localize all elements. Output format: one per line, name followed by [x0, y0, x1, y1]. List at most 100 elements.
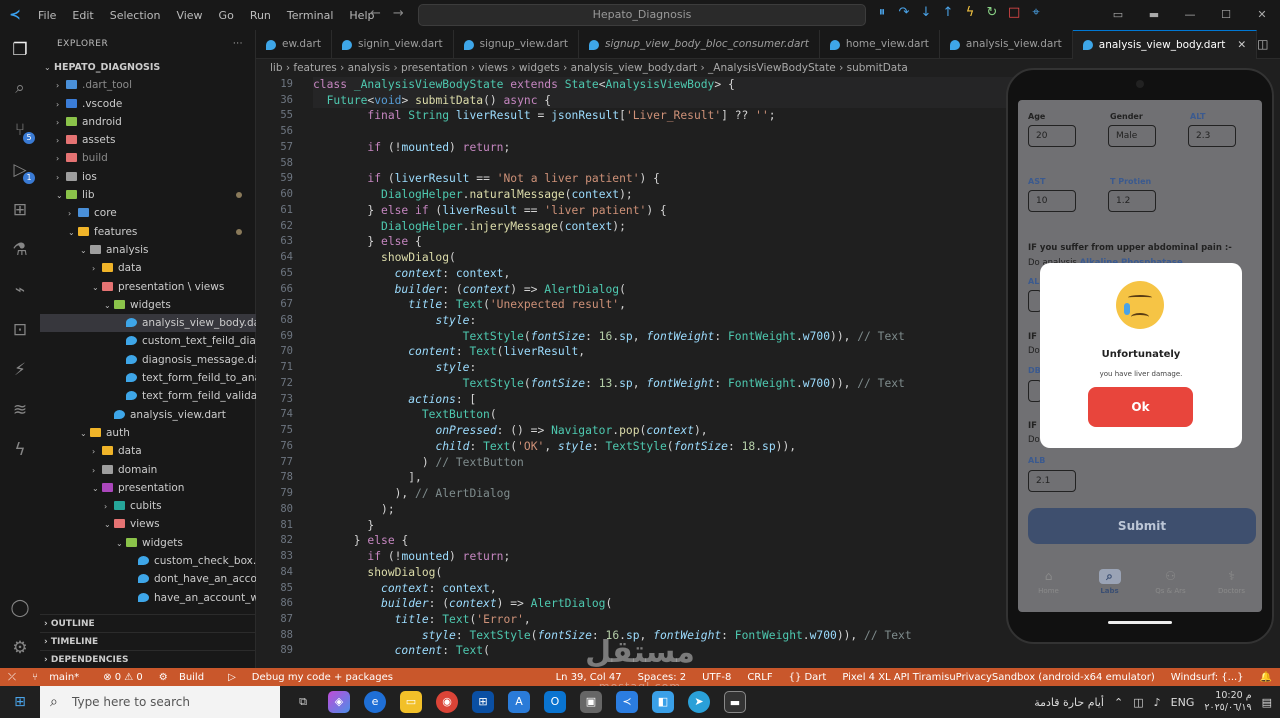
- menu-item-run[interactable]: Run: [242, 9, 279, 22]
- menu-item-selection[interactable]: Selection: [102, 9, 169, 22]
- step-out-icon[interactable]: ↑: [942, 5, 954, 20]
- menu-item-terminal[interactable]: Terminal: [279, 9, 342, 22]
- tree-item[interactable]: ⌄ lib: [40, 186, 256, 204]
- account-icon[interactable]: ◯: [8, 596, 32, 620]
- tree-item[interactable]: analysis_view.dart: [40, 406, 256, 424]
- branch-status[interactable]: ⑂ main*: [24, 672, 95, 683]
- copilot-icon[interactable]: ◈: [328, 691, 350, 713]
- sidebar-panel-timeline[interactable]: › TIMELINE: [40, 632, 256, 650]
- alb-field[interactable]: 2.1: [1028, 470, 1076, 492]
- telegram-icon[interactable]: ➤: [688, 691, 710, 713]
- tree-item[interactable]: › android: [40, 113, 256, 131]
- menu-item-file[interactable]: File: [30, 9, 64, 22]
- layout-icon[interactable]: ▭: [1100, 0, 1136, 30]
- tree-item[interactable]: have_an_account_widget...: [40, 589, 256, 607]
- tree-item[interactable]: › data: [40, 259, 256, 277]
- tray-chevron-icon[interactable]: ⌃: [1114, 696, 1123, 709]
- device-status[interactable]: Pixel 4 XL API TiramisuPrivacySandbox (a…: [834, 672, 1162, 683]
- problems-status[interactable]: ⊗ 0 ⚠ 0: [95, 672, 151, 683]
- tree-item[interactable]: ⌄ presentation: [40, 479, 256, 497]
- tab-analysis_view-dart[interactable]: analysis_view.dart: [940, 30, 1073, 59]
- tree-item[interactable]: diagnosis_message.dart: [40, 351, 256, 369]
- taskbar-search-input[interactable]: Type here to search: [40, 686, 280, 718]
- remote-indicator-icon[interactable]: ⤫: [0, 672, 24, 683]
- step-into-icon[interactable]: ↓: [920, 5, 932, 20]
- search-icon[interactable]: ⌕: [8, 76, 32, 100]
- tree-item[interactable]: ⌄ widgets: [40, 534, 256, 552]
- windows-start-icon[interactable]: ⊞: [0, 694, 40, 710]
- tree-item[interactable]: ⌄ HEPATO_DIAGNOSIS: [40, 58, 256, 76]
- tree-item[interactable]: custom_check_box.dart: [40, 552, 256, 570]
- thunder-client-icon[interactable]: ϟ: [8, 438, 32, 462]
- nav-item-home[interactable]: ⌂ Home: [1024, 555, 1074, 612]
- tprotein-field[interactable]: 1.2: [1108, 190, 1156, 212]
- language-indicator[interactable]: ENG: [1171, 696, 1195, 709]
- close-tab-icon[interactable]: ✕: [1237, 31, 1246, 60]
- layout-panel-icon[interactable]: ▬: [1136, 0, 1172, 30]
- windsurf-status[interactable]: Windsurf: {...}: [1163, 672, 1252, 683]
- app-icon-gray[interactable]: ▣: [580, 691, 602, 713]
- sidebar-panel-outline[interactable]: › OUTLINE: [40, 614, 256, 632]
- settings-gear-icon[interactable]: ⚙: [8, 636, 32, 660]
- outlook-icon[interactable]: O: [544, 691, 566, 713]
- clock[interactable]: 10:20 م ٢٠٢٥/٠٦/١٩: [1204, 690, 1251, 714]
- restart-icon[interactable]: ↻: [986, 5, 998, 20]
- file-explorer-icon[interactable]: ▭: [400, 691, 422, 713]
- age-field[interactable]: 20: [1028, 125, 1076, 147]
- tab-signin_view-dart[interactable]: signin_view.dart: [332, 30, 454, 59]
- tree-item[interactable]: text_form_feild_to_analysis...: [40, 369, 256, 387]
- explorer-icon[interactable]: ❐: [8, 38, 32, 62]
- home-indicator[interactable]: [1108, 621, 1172, 624]
- code-line[interactable]: content: Text(: [313, 643, 1213, 659]
- chrome-icon[interactable]: ◉: [436, 691, 458, 713]
- notifications-icon[interactable]: 🔔: [1252, 672, 1280, 683]
- pause-icon[interactable]: ⏸: [876, 5, 888, 20]
- tree-item[interactable]: › data: [40, 442, 256, 460]
- edge-icon[interactable]: e: [364, 691, 386, 713]
- gender-field[interactable]: Male: [1108, 125, 1156, 147]
- tab-signup_view_body_bloc_consumer-dart[interactable]: signup_view_body_bloc_consumer.dart: [579, 30, 820, 59]
- menu-item-edit[interactable]: Edit: [64, 9, 101, 22]
- testing-icon[interactable]: ⚗: [8, 238, 32, 262]
- tree-item[interactable]: › .vscode: [40, 95, 256, 113]
- weather-text[interactable]: أيام حارة قادمة: [1034, 696, 1104, 709]
- menu-item-go[interactable]: Go: [211, 9, 242, 22]
- run-icon[interactable]: ▷: [220, 672, 244, 683]
- split-editor-icon[interactable]: ◫: [1257, 30, 1268, 58]
- run-debug-icon[interactable]: ▷ 1: [8, 158, 35, 184]
- eol-status[interactable]: CRLF: [739, 672, 780, 683]
- tree-item[interactable]: › .dart_tool: [40, 76, 256, 94]
- nav-item-labs[interactable]: ⌕ Labs: [1085, 555, 1135, 612]
- tree-item[interactable]: › ios: [40, 168, 256, 186]
- flutter-app-icon[interactable]: ◧: [652, 691, 674, 713]
- sidebar-panel-dependencies[interactable]: › DEPENDENCIES: [40, 650, 256, 668]
- tree-item[interactable]: › core: [40, 204, 256, 222]
- tree-item[interactable]: › build: [40, 149, 256, 167]
- tree-item[interactable]: analysis_view_body.dart: [40, 314, 256, 333]
- tree-item[interactable]: custom_text_feild_diagnosi...: [40, 332, 256, 350]
- store-icon[interactable]: ⊞: [472, 691, 494, 713]
- tree-item[interactable]: ⌄ views: [40, 515, 256, 533]
- maximize-icon[interactable]: ☐: [1208, 0, 1244, 30]
- vscode-taskbar-icon[interactable]: ≺: [616, 691, 638, 713]
- tab-analysis_view_body-dart[interactable]: analysis_view_body.dart ✕: [1072, 30, 1258, 60]
- remote-icon[interactable]: ⌁: [8, 278, 32, 302]
- tree-item[interactable]: ⌄ widgets: [40, 296, 256, 314]
- debug-config[interactable]: Debug my code + packages: [244, 672, 401, 683]
- deploy-icon[interactable]: ⚡: [8, 358, 32, 382]
- terminal-icon[interactable]: ▬: [724, 691, 746, 713]
- app-icon-blue[interactable]: A: [508, 691, 530, 713]
- tab-ew-dart[interactable]: ew.dart: [256, 30, 332, 59]
- task-view-icon[interactable]: ⧉: [292, 691, 314, 713]
- nav-item-qs-ars[interactable]: ⚇ Qs & Ars: [1146, 555, 1196, 612]
- tree-item[interactable]: dont_have_an_account_w...: [40, 570, 256, 588]
- minimize-icon[interactable]: —: [1172, 0, 1208, 30]
- stop-icon[interactable]: □: [1008, 5, 1020, 20]
- devtools-icon[interactable]: ⌖: [1030, 5, 1042, 20]
- hot-reload-icon[interactable]: ϟ: [964, 5, 976, 20]
- submit-button[interactable]: Submit: [1028, 508, 1256, 544]
- dialog-ok-button[interactable]: Ok: [1088, 387, 1193, 427]
- language-status[interactable]: {} Dart: [781, 672, 835, 683]
- alt-field[interactable]: 2.3: [1188, 125, 1236, 147]
- source-control-icon[interactable]: ⑂ 5: [8, 118, 35, 144]
